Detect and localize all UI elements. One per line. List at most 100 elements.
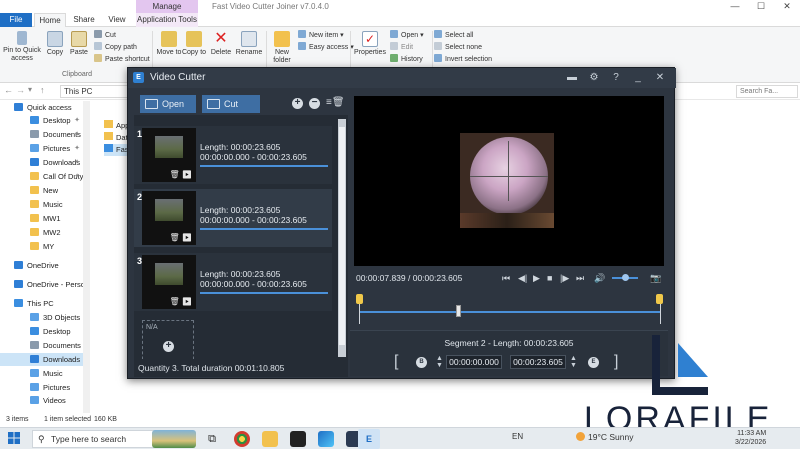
sidebar-item[interactable]: Pictures — [0, 381, 90, 394]
video-cutter-taskbar-icon[interactable]: E — [358, 429, 380, 449]
sidebar-item[interactable]: Music — [0, 367, 90, 380]
select-all-button[interactable]: Select all — [434, 30, 473, 41]
start-marker-handle[interactable] — [356, 294, 363, 304]
system-clock[interactable]: 11:33 AM 3/22/2026 — [735, 429, 766, 447]
sidebar-item[interactable]: MY — [0, 240, 90, 253]
rename-button[interactable]: Rename — [234, 29, 264, 57]
tab-share[interactable]: Share — [68, 13, 100, 27]
play-icon[interactable]: ▶ — [533, 273, 540, 284]
sidebar-item[interactable]: 3D Objects — [0, 311, 90, 324]
step-back-icon[interactable]: ◀| — [518, 273, 527, 284]
copy-button[interactable]: Copy — [42, 29, 68, 57]
pin-quick-access-button[interactable]: Pin to Quick access — [2, 29, 42, 63]
timeline[interactable] — [356, 294, 663, 324]
step-forward-icon[interactable]: |▶ — [560, 273, 569, 284]
playhead-handle[interactable] — [456, 305, 461, 317]
new-item-button[interactable]: New item ▾ — [298, 30, 344, 41]
up-arrow-icon[interactable]: ↑ — [40, 85, 45, 95]
new-folder-button[interactable]: New folder — [268, 29, 296, 65]
trash-play-icon[interactable]: 🗑 ▶ — [169, 297, 192, 306]
address-bar[interactable]: This PC — [60, 85, 130, 98]
volume-knob[interactable] — [622, 274, 629, 281]
pin-icon[interactable]: ✦ — [74, 142, 80, 155]
sidebar-item[interactable]: OneDrive - Person — [0, 278, 90, 291]
sidebar-item[interactable]: MW1 — [0, 212, 90, 225]
tab-home[interactable]: Home — [34, 13, 66, 27]
segment-start-input[interactable]: 00:00:00.000 — [446, 355, 502, 369]
trash-play-icon[interactable]: 🗑 ▶ — [169, 170, 192, 179]
clip-item[interactable]: 3 🗑 ▶ Length: 00:00:23.605 00:00:00.000 … — [134, 253, 332, 311]
back-arrow-icon[interactable]: ← — [4, 85, 13, 95]
sidebar-item[interactable]: Downloads — [0, 353, 90, 366]
recent-chevron-down-icon[interactable]: ▾ — [28, 85, 32, 94]
weather-widget[interactable]: 19°C Sunny — [576, 432, 633, 442]
sidebar-item[interactable]: Desktop — [0, 325, 90, 338]
select-none-button[interactable]: Select none — [434, 42, 482, 53]
segment-end-input[interactable]: 00:00:23.605 — [510, 355, 566, 369]
skip-start-icon[interactable]: ⏮ — [502, 273, 510, 284]
camera-snapshot-icon[interactable]: 📷 — [650, 273, 661, 284]
task-view-icon[interactable]: ⧉ — [204, 431, 220, 447]
sidebar-item[interactable]: Quick access — [0, 101, 90, 114]
clip-list-scrollbar[interactable] — [338, 119, 346, 357]
app-icon[interactable] — [318, 431, 334, 447]
set-end-bracket-icon[interactable]: ] — [614, 353, 618, 371]
news-widget-image[interactable] — [152, 430, 196, 448]
tab-application-tools[interactable]: Application Tools — [136, 13, 198, 27]
gear-icon[interactable]: ⚙ — [584, 68, 604, 88]
begin-marker-button[interactable]: B — [416, 357, 427, 368]
move-to-button[interactable]: Move to — [156, 29, 182, 57]
easy-access-button[interactable]: Easy access ▾ — [298, 42, 354, 53]
sidebar-item[interactable]: New — [0, 184, 90, 197]
cut-button[interactable]: Cut — [202, 95, 260, 113]
pin-icon[interactable]: ✦ — [74, 114, 80, 127]
start-spinner-icon[interactable]: ▲ ▼ — [436, 355, 443, 369]
help-icon[interactable]: ? — [606, 68, 626, 88]
paste-shortcut-button[interactable]: Paste shortcut — [94, 54, 150, 65]
minimize-icon[interactable]: _ — [628, 68, 648, 88]
add-plus-icon[interactable]: + — [163, 341, 174, 352]
video-preview[interactable] — [354, 96, 664, 266]
windows-start-icon[interactable] — [8, 432, 20, 444]
set-start-bracket-icon[interactable]: [ — [394, 353, 398, 371]
explorer-search-input[interactable]: Search Fa... — [736, 85, 798, 98]
delete-button[interactable]: ✕ Delete — [208, 29, 234, 57]
open-button[interactable]: Open — [140, 95, 196, 113]
sidebar-item[interactable]: Music — [0, 198, 90, 211]
sidebar-item[interactable]: OneDrive — [0, 259, 90, 272]
sidebar-item[interactable]: Documents ✦ — [0, 128, 90, 141]
pin-icon[interactable]: ✦ — [74, 156, 80, 169]
sidebar-item[interactable]: Desktop ✦ — [0, 114, 90, 127]
end-spinner-icon[interactable]: ▲ ▼ — [570, 355, 577, 369]
copy-path-button[interactable]: Copy path — [94, 42, 137, 53]
sidebar-item[interactable]: Videos — [0, 394, 90, 407]
edit-button[interactable]: Edit — [390, 42, 413, 53]
sidebar-item[interactable]: Downloads ✦ — [0, 156, 90, 169]
forward-arrow-icon[interactable]: → — [16, 85, 25, 95]
file-item[interactable]: App — [104, 120, 129, 132]
clear-list-icon[interactable]: ≡🗑 — [326, 97, 345, 108]
tab-view[interactable]: View — [102, 13, 132, 27]
explorer-maximize-button[interactable]: ☐ — [748, 0, 774, 13]
timeline-track[interactable] — [360, 311, 660, 313]
pin-icon[interactable]: ✦ — [74, 128, 80, 141]
clip-item-selected[interactable]: 2 🗑 ▶ Length: 00:00:23.605 00:00:00.000 … — [134, 189, 332, 247]
open-button[interactable]: Open ▾ — [390, 30, 424, 41]
invert-selection-button[interactable]: Invert selection — [434, 54, 492, 65]
remove-clip-minus-icon[interactable]: − — [309, 98, 320, 109]
properties-button[interactable]: ✓ Properties — [352, 29, 388, 57]
file-explorer-taskbar-icon[interactable] — [262, 431, 278, 447]
close-icon[interactable]: ✕ — [650, 68, 670, 88]
sidebar-item[interactable]: Pictures ✦ — [0, 142, 90, 155]
terminal-icon[interactable] — [290, 431, 306, 447]
file-item[interactable]: Dat — [104, 132, 128, 144]
language-indicator[interactable]: EN — [512, 432, 523, 441]
paste-button[interactable]: Paste — [66, 29, 92, 57]
tab-file[interactable]: File — [0, 13, 32, 27]
sidebar-item[interactable]: Documents — [0, 339, 90, 352]
explorer-close-button[interactable]: ✕ — [774, 0, 800, 13]
chrome-icon[interactable] — [234, 431, 250, 447]
trash-play-icon[interactable]: 🗑 ▶ — [169, 233, 192, 242]
scrollbar-thumb[interactable] — [339, 127, 345, 345]
sidebar-item[interactable]: Call Of Duty I ✦ — [0, 170, 90, 183]
